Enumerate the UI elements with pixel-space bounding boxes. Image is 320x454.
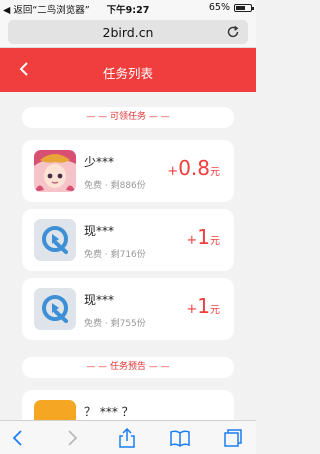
reward-value: 1 — [197, 294, 210, 318]
preview-tasks-header: — — 任务预告 — — — [22, 357, 234, 378]
free-label: 免费 — [84, 181, 103, 191]
reload-icon[interactable] — [226, 25, 240, 39]
task-name: 现*** — [84, 293, 115, 307]
page-title: 任务列表 — [102, 66, 153, 81]
reward-unit: 元 — [210, 305, 220, 316]
status-bar: ◀ 返回“二鸟浏览器” 下午9:27 65% — [0, 0, 256, 16]
task-name: ？ *** ？ — [84, 405, 134, 419]
tabs-icon[interactable] — [223, 428, 243, 448]
forward-icon[interactable] — [62, 428, 82, 448]
task-meta: 免费 · 剩716份 — [84, 250, 146, 260]
preview-task-card[interactable]: ？ *** ？ — [22, 390, 234, 420]
task-card[interactable]: 少*** 免费 · 剩886份 +0.8元 — [22, 140, 234, 202]
reward-plus: + — [186, 233, 198, 248]
reward-value: 1 — [197, 225, 210, 249]
bookmarks-icon[interactable] — [170, 428, 190, 448]
url-text: 2bird.cn — [102, 25, 154, 40]
game-character-icon — [34, 150, 76, 192]
reward-plus: + — [167, 164, 179, 179]
remaining-count: 剩886份 — [110, 181, 146, 191]
reward-amount: +1元 — [186, 225, 220, 249]
page-header: 任务列表 — [0, 48, 256, 92]
reward-amount: +1元 — [186, 294, 220, 318]
free-label: 免费 — [84, 250, 103, 260]
remaining-count: 剩716份 — [110, 250, 146, 260]
address-field[interactable]: 2bird.cn — [8, 20, 248, 44]
back-icon[interactable] — [8, 428, 28, 448]
browser-url-bar: 2bird.cn — [0, 16, 256, 48]
reward-unit: 元 — [210, 236, 220, 247]
task-name: 少*** — [84, 155, 115, 169]
task-card[interactable]: 现*** 免费 · 剩716份 +1元 — [22, 209, 234, 271]
remaining-count: 剩755份 — [110, 319, 146, 329]
share-icon[interactable] — [117, 428, 137, 448]
reward-amount: +0.8元 — [167, 156, 220, 180]
battery-icon — [234, 4, 254, 12]
reward-plus: + — [186, 302, 198, 317]
battery-percentage: 65% — [208, 2, 230, 13]
task-name: 现*** — [84, 224, 115, 238]
task-meta: 免费 · 剩886份 — [84, 181, 146, 191]
reward-unit: 元 — [210, 167, 220, 178]
task-card[interactable]: 现*** 免费 · 剩755份 +1元 — [22, 278, 234, 340]
orange-app-icon — [34, 400, 76, 420]
browser-toolbar — [0, 420, 256, 454]
battery-fill — [236, 6, 246, 10]
available-tasks-header: — — 可领任务 — — — [22, 107, 234, 128]
q-logo-icon — [34, 219, 76, 261]
free-label: 免费 — [84, 319, 103, 329]
task-meta: 免费 · 剩755份 — [84, 319, 146, 329]
q-logo-icon — [34, 288, 76, 330]
task-list: — — 可领任务 — — 少*** 免费 · 剩886份 +0.8元 现*** … — [0, 92, 256, 420]
reward-value: 0.8 — [178, 156, 210, 180]
